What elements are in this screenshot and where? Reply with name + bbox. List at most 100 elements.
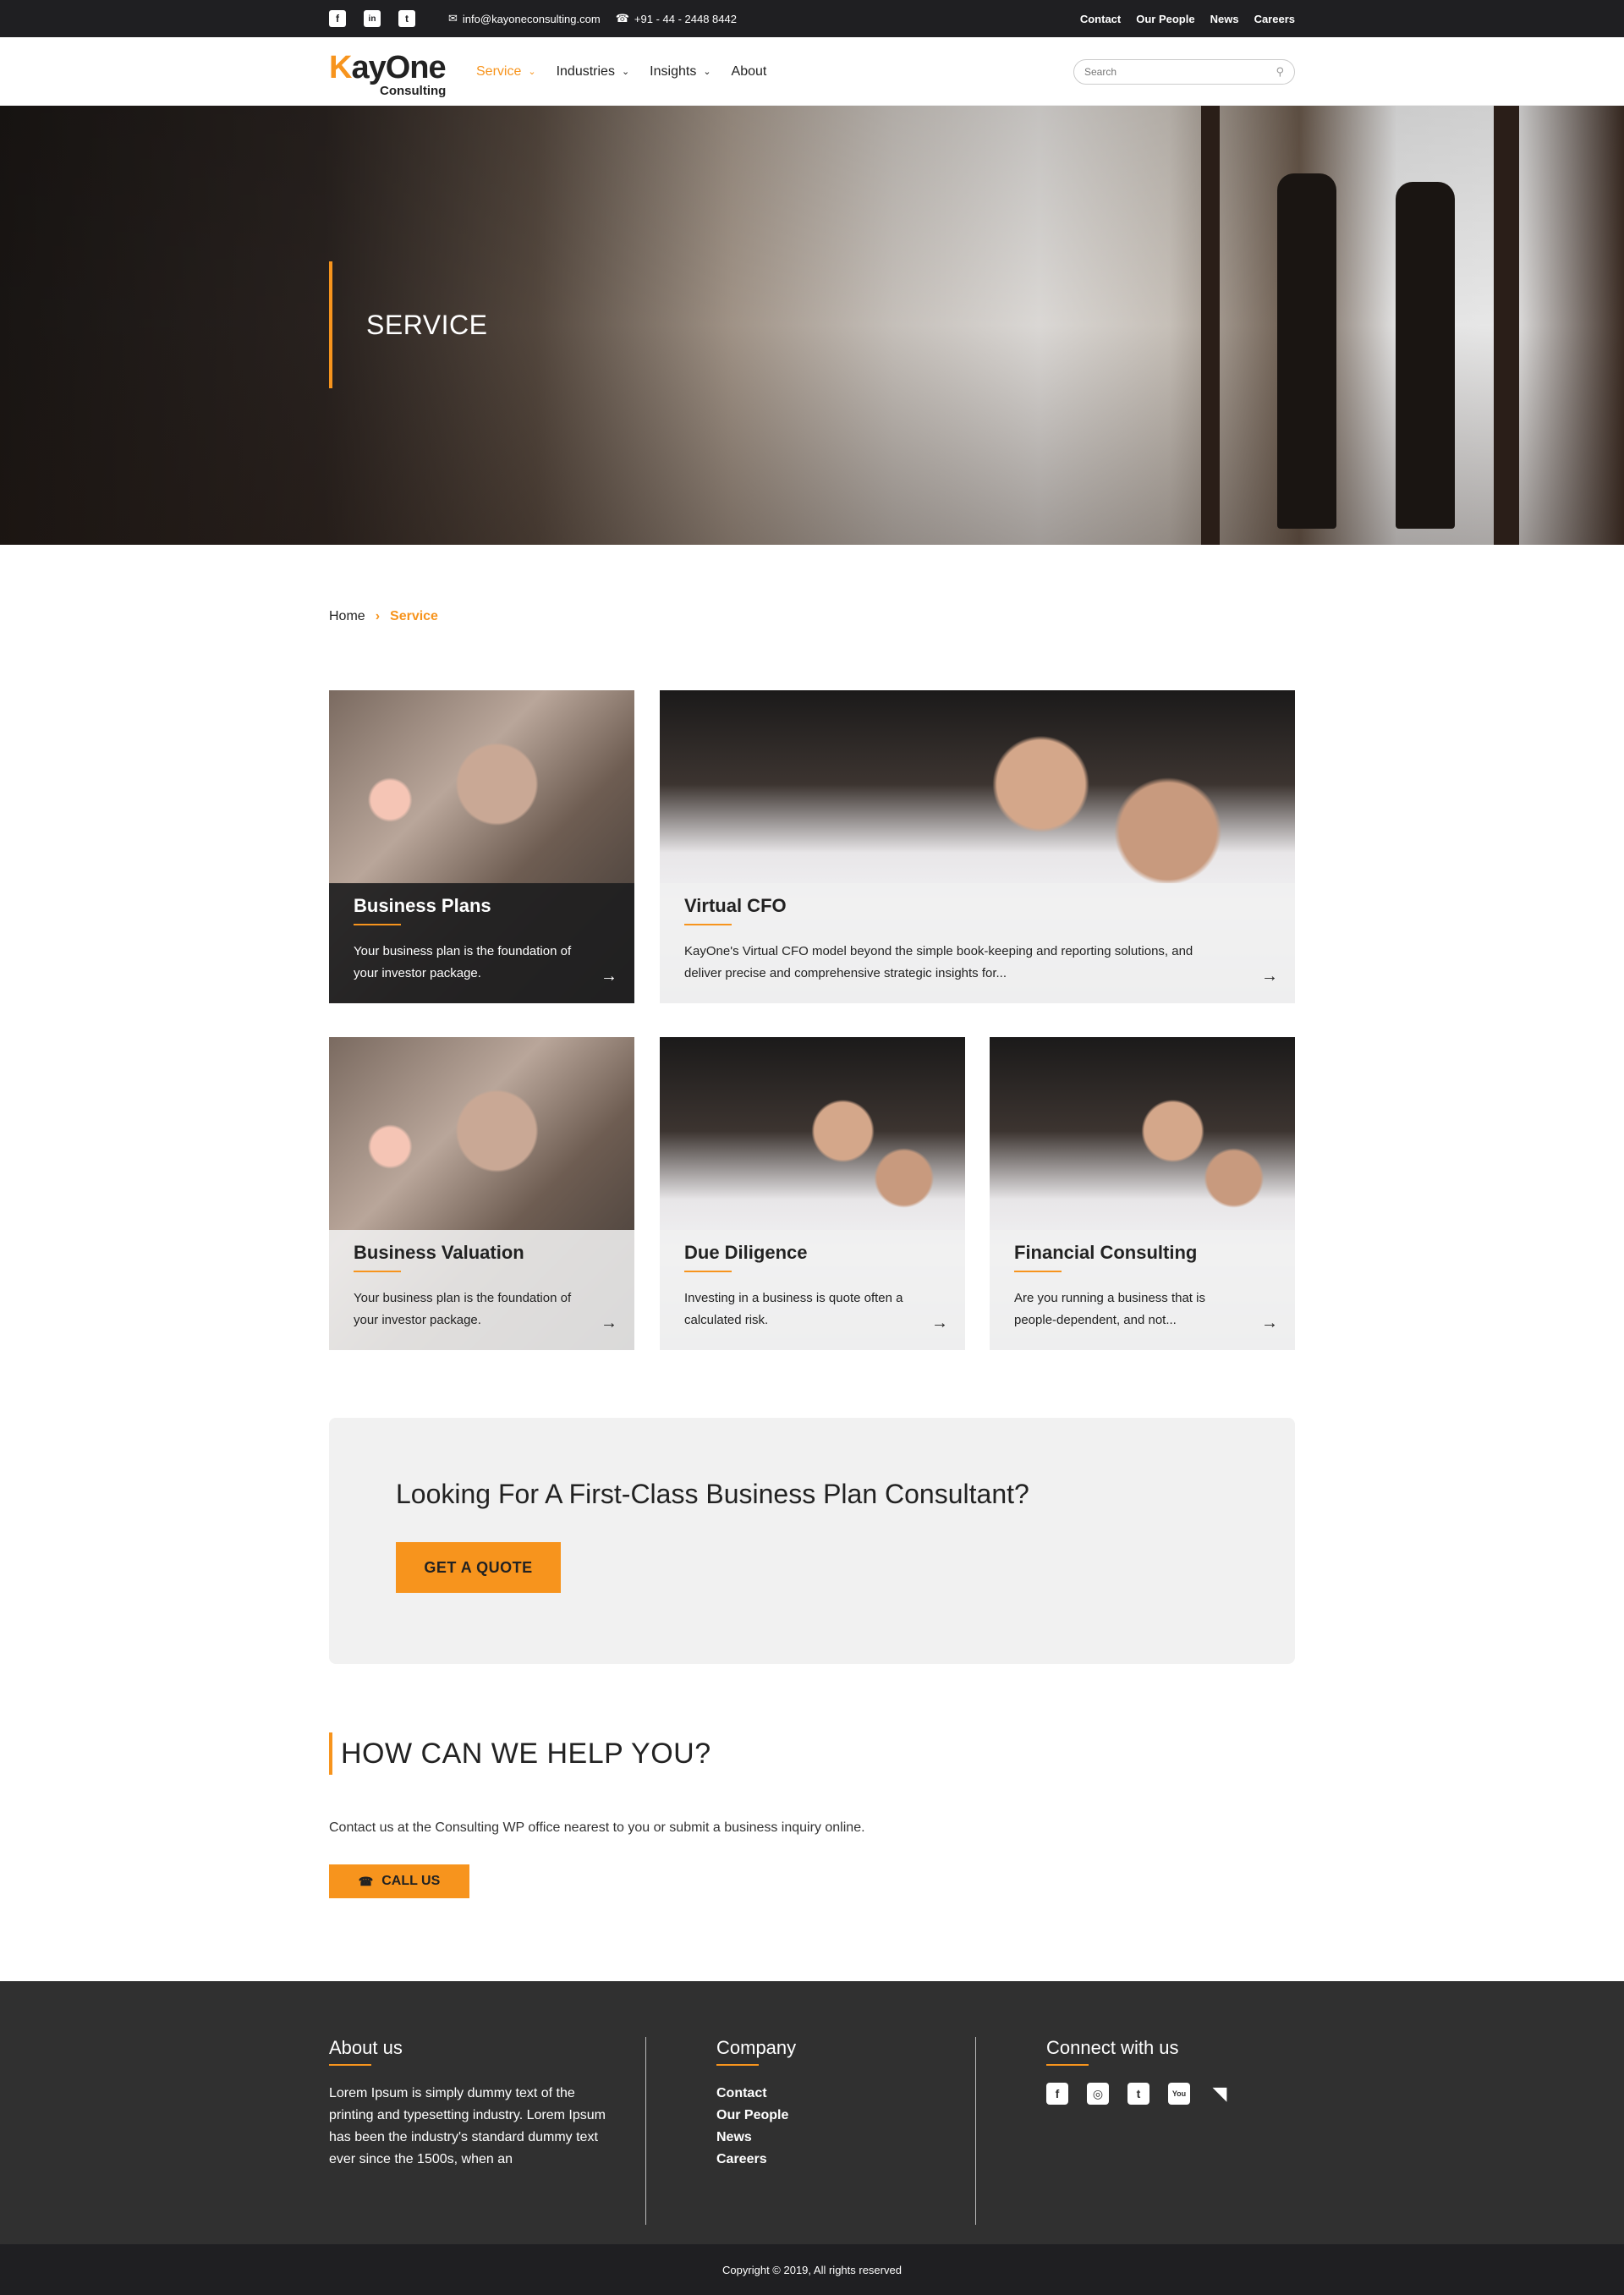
page-title: SERVICE — [366, 309, 488, 340]
logo-name: ayOne — [351, 49, 446, 85]
title-underline — [354, 924, 401, 925]
get-quote-button[interactable]: GET A QUOTE — [396, 1542, 561, 1593]
title-underline — [1014, 1271, 1062, 1272]
arrow-right-icon[interactable]: → — [601, 967, 617, 986]
facebook-icon[interactable]: f — [329, 10, 346, 27]
footer-about-text: Lorem Ipsum is simply dummy text of the … — [329, 2086, 606, 2166]
service-card-business-plans[interactable]: Business Plans Your business plan is the… — [329, 690, 634, 1003]
card-text: Your business plan is the foundation of … — [354, 1291, 572, 1327]
top-link-our-people[interactable]: Our People — [1136, 13, 1194, 25]
logo[interactable]: KayOne Consulting — [329, 48, 451, 98]
service-card-due-diligence[interactable]: Due Diligence Investing in a business is… — [660, 1037, 965, 1350]
rss-icon[interactable]: ◥ — [1209, 2083, 1231, 2105]
footer-divider — [975, 2037, 976, 2225]
chevron-right-icon: › — [375, 609, 381, 623]
nav-item-about[interactable]: About — [732, 64, 767, 80]
main-nav: KayOne Consulting Service ⌄ Industries ⌄… — [0, 37, 1624, 106]
nav-item-label: Service — [476, 63, 522, 79]
search-icon[interactable]: ⚲ — [1276, 65, 1284, 79]
phone-contact[interactable]: ☎ +91 - 44 - 2448 8442 — [616, 12, 737, 25]
call-us-label: CALL US — [381, 1874, 441, 1888]
footer-link-careers[interactable]: Careers — [716, 2149, 796, 2171]
service-card-business-valuation[interactable]: Business Valuation Your business plan is… — [329, 1037, 634, 1350]
top-link-careers[interactable]: Careers — [1254, 13, 1295, 25]
linkedin-icon[interactable]: in — [364, 10, 381, 27]
help-text: Contact us at the Consulting WP office n… — [329, 1820, 865, 1835]
hero-banner: SERVICE — [0, 106, 1624, 545]
footer-company-title: Company — [716, 2037, 797, 2058]
email-text[interactable]: info@kayoneconsulting.com — [463, 13, 601, 25]
arrow-right-icon[interactable]: → — [601, 1314, 617, 1333]
quote-box: Looking For A First-Class Business Plan … — [329, 1418, 1295, 1664]
search-box[interactable]: ⚲ — [1073, 58, 1295, 85]
nav-menu: Service ⌄ Industries ⌄ Insights ⌄ About — [476, 64, 787, 80]
phone-icon: ☎ — [358, 1874, 374, 1888]
youtube-icon[interactable]: You — [1168, 2083, 1190, 2105]
footer-connect: Connect with us f ◎ t You ◥ — [1046, 2037, 1249, 2105]
help-section: HOW CAN WE HELP YOU? Contact us at the C… — [329, 1732, 1295, 1898]
card-title: Business Plans — [354, 895, 491, 916]
phone-text[interactable]: +91 - 44 - 2448 8442 — [634, 13, 737, 25]
title-underline — [1046, 2064, 1089, 2066]
card-text: KayOne's Virtual CFO model beyond the si… — [684, 944, 1193, 980]
nav-item-service[interactable]: Service ⌄ — [476, 64, 536, 80]
instagram-icon[interactable]: ◎ — [1087, 2083, 1109, 2105]
phone-icon: ☎ — [615, 12, 629, 25]
arrow-right-icon[interactable]: → — [1261, 967, 1278, 986]
hero-title-box: SERVICE — [329, 261, 487, 388]
twitter-icon[interactable]: t — [1127, 2083, 1149, 2105]
twitter-icon[interactable]: t — [398, 10, 415, 27]
email-contact[interactable]: ✉ info@kayoneconsulting.com — [448, 12, 601, 25]
nav-item-label: About — [731, 63, 767, 79]
facebook-icon[interactable]: f — [1046, 2083, 1068, 2105]
title-underline — [716, 2064, 759, 2066]
footer-about: About us Lorem Ipsum is simply dummy tex… — [329, 2037, 617, 2171]
chevron-down-icon: ⌄ — [528, 67, 536, 77]
card-title: Virtual CFO — [684, 895, 787, 916]
card-panel: Financial Consulting Are you running a b… — [990, 1230, 1295, 1350]
footer-link-our-people[interactable]: Our People — [716, 2105, 796, 2127]
card-panel: Due Diligence Investing in a business is… — [660, 1230, 965, 1350]
hero-image — [0, 106, 1624, 545]
breadcrumb-current: Service — [390, 609, 438, 623]
card-panel: Virtual CFO KayOne's Virtual CFO model b… — [660, 883, 1295, 1003]
top-bar: f in t ✉ info@kayoneconsulting.com ☎ +91… — [0, 0, 1624, 37]
search-input[interactable] — [1084, 65, 1276, 78]
service-card-virtual-cfo[interactable]: Virtual CFO KayOne's Virtual CFO model b… — [660, 690, 1295, 1003]
footer-link-contact[interactable]: Contact — [716, 2083, 796, 2105]
title-underline — [684, 1271, 732, 1272]
hero-person-silhouette — [1396, 182, 1455, 529]
breadcrumb-home[interactable]: Home — [329, 609, 365, 624]
footer-link-news[interactable]: News — [716, 2127, 796, 2149]
nav-item-industries[interactable]: Industries ⌄ — [557, 64, 630, 80]
nav-item-insights[interactable]: Insights ⌄ — [650, 64, 710, 80]
card-text: Your business plan is the foundation of … — [354, 944, 572, 980]
hero-person-silhouette — [1277, 173, 1336, 529]
chevron-down-icon: ⌄ — [703, 67, 711, 77]
call-us-button[interactable]: ☎ CALL US — [329, 1864, 469, 1898]
footer-about-title: About us — [329, 2037, 403, 2058]
top-link-news[interactable]: News — [1210, 13, 1239, 25]
footer: About us Lorem Ipsum is simply dummy tex… — [0, 1981, 1624, 2244]
nav-item-label: Industries — [556, 63, 615, 79]
card-panel: Business Valuation Your business plan is… — [329, 1230, 634, 1350]
title-underline — [329, 2064, 371, 2066]
breadcrumb: Home › Service — [329, 609, 438, 624]
card-text: Are you running a business that is peopl… — [1014, 1291, 1205, 1327]
copyright-bar: Copyright © 2019, All rights reserved — [0, 2244, 1624, 2295]
title-underline — [684, 924, 732, 925]
card-title: Financial Consulting — [1014, 1242, 1198, 1263]
arrow-right-icon[interactable]: → — [931, 1314, 948, 1333]
help-heading: HOW CAN WE HELP YOU? — [329, 1732, 1295, 1775]
card-text: Investing in a business is quote often a… — [684, 1291, 903, 1327]
card-panel: Business Plans Your business plan is the… — [329, 883, 634, 1003]
hero-pillar — [1494, 106, 1519, 545]
title-underline — [354, 1271, 401, 1272]
top-link-contact[interactable]: Contact — [1080, 13, 1121, 25]
card-title: Business Valuation — [354, 1242, 524, 1263]
footer-divider — [645, 2037, 646, 2225]
logo-k: K — [329, 49, 352, 85]
service-card-financial-consulting[interactable]: Financial Consulting Are you running a b… — [990, 1037, 1295, 1350]
footer-connect-title: Connect with us — [1046, 2037, 1179, 2058]
arrow-right-icon[interactable]: → — [1261, 1314, 1278, 1333]
